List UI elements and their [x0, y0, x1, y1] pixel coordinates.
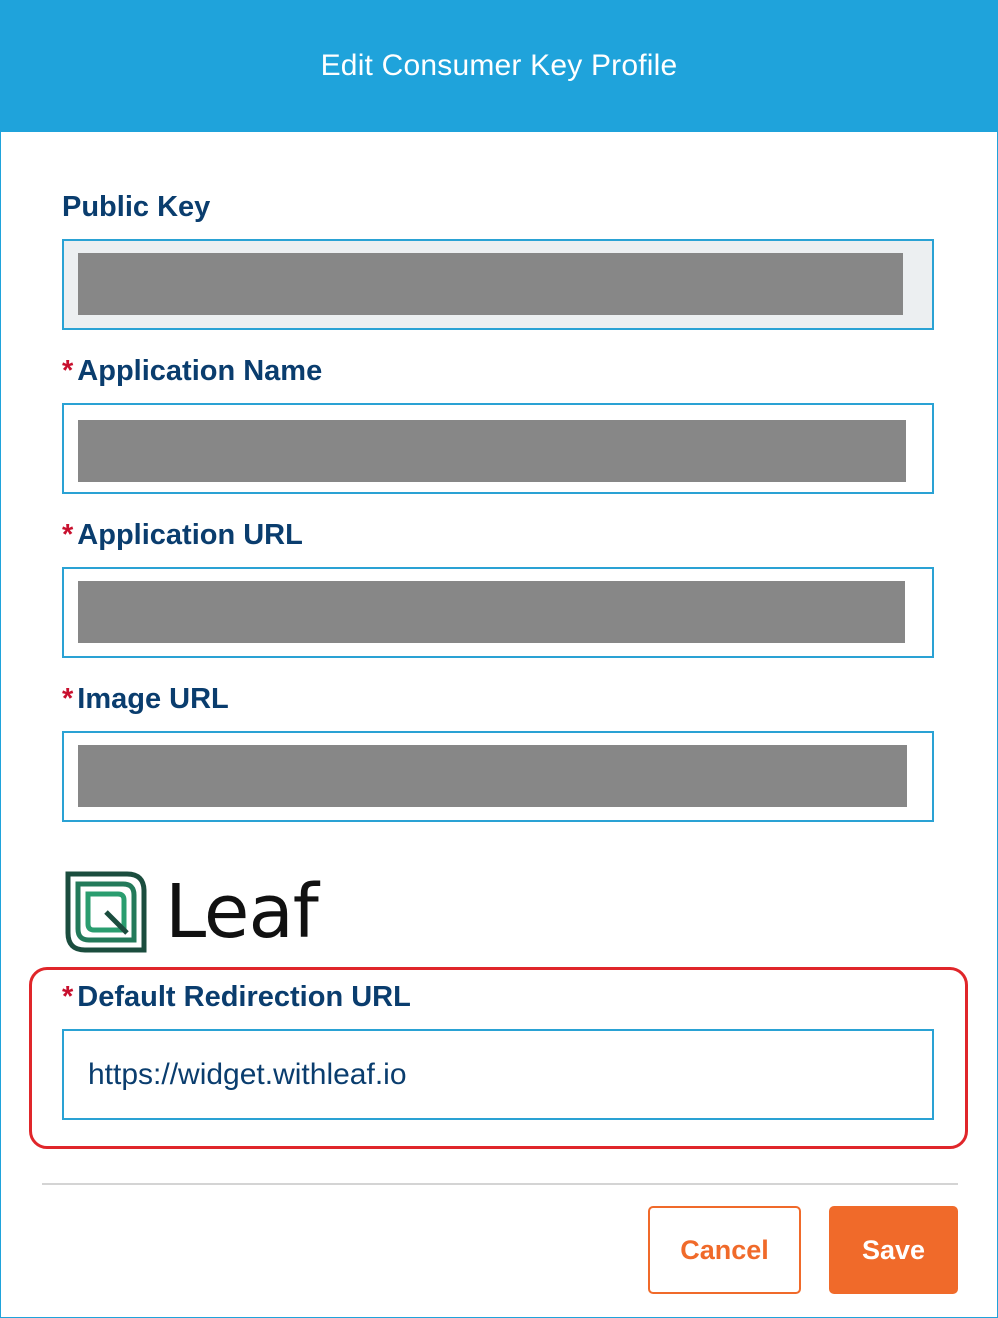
public-key-field[interactable]: [62, 239, 934, 330]
application-name-label: * Application Name: [62, 355, 323, 387]
default-redirection-url-input[interactable]: [64, 1031, 932, 1118]
logo-wordmark: Leaf: [165, 869, 319, 955]
required-marker: *: [62, 683, 74, 715]
application-name-field[interactable]: [62, 403, 934, 494]
redacted-value: [78, 745, 907, 807]
cancel-button[interactable]: Cancel: [648, 1206, 801, 1294]
default-redirection-url-label: * Default Redirection URL: [62, 981, 411, 1013]
required-marker: *: [62, 981, 74, 1013]
image-url-label: * Image URL: [62, 683, 229, 715]
save-button[interactable]: Save: [829, 1206, 958, 1294]
public-key-label: Public Key: [62, 191, 211, 223]
redacted-value: [78, 581, 905, 643]
image-url-field[interactable]: [62, 731, 934, 822]
footer-divider: [42, 1183, 958, 1185]
application-url-label: * Application URL: [62, 519, 303, 551]
required-marker: *: [62, 519, 74, 551]
dialog-title: Edit Consumer Key Profile: [320, 48, 678, 82]
dialog-header: Edit Consumer Key Profile: [1, 1, 997, 132]
required-marker: *: [62, 355, 74, 387]
redacted-value: [78, 420, 906, 482]
image-preview-logo: Leaf: [65, 869, 319, 955]
redacted-value: [78, 253, 903, 315]
default-redirection-url-field: [62, 1029, 934, 1120]
application-url-field[interactable]: [62, 567, 934, 658]
edit-consumer-key-dialog: Edit Consumer Key Profile Public Key * Ap…: [0, 0, 998, 1318]
leaf-logo-icon: [65, 871, 147, 953]
